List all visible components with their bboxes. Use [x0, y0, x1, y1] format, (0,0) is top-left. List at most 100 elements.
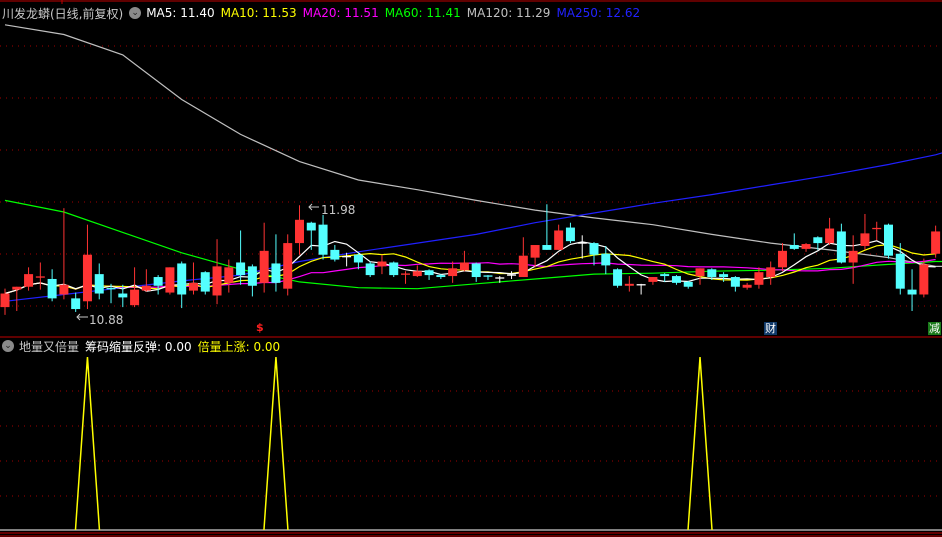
- candle[interactable]: [518, 237, 528, 278]
- candle[interactable]: [448, 261, 458, 283]
- candle-body: [671, 276, 681, 283]
- candle[interactable]: [507, 271, 517, 279]
- dollar-marker[interactable]: $: [255, 321, 265, 334]
- candle[interactable]: [919, 258, 929, 298]
- candle-body: [141, 285, 151, 291]
- candle[interactable]: [836, 223, 846, 264]
- kline-chart[interactable]: 11.98 10.88: [0, 0, 942, 537]
- candle-body: [200, 272, 210, 292]
- candle-body: [436, 275, 446, 278]
- candle[interactable]: [766, 261, 776, 285]
- candle[interactable]: [825, 217, 835, 246]
- candle-body: [188, 282, 198, 291]
- candle[interactable]: [471, 262, 481, 282]
- candle[interactable]: [35, 262, 45, 290]
- candle-body: [82, 254, 92, 302]
- candle[interactable]: [931, 225, 941, 258]
- candle-body: [306, 222, 316, 231]
- candle[interactable]: [648, 277, 658, 285]
- candle[interactable]: [907, 269, 917, 311]
- candle[interactable]: [283, 234, 293, 296]
- candle[interactable]: [165, 267, 175, 295]
- candle[interactable]: [12, 286, 22, 311]
- candle[interactable]: [295, 205, 304, 255]
- candle-body: [389, 262, 399, 276]
- chevron-down-circle-icon[interactable]: ⌄: [2, 340, 14, 352]
- candle-body: [424, 270, 434, 276]
- candle[interactable]: [247, 264, 257, 297]
- candle[interactable]: [401, 271, 411, 284]
- sub-chart-title: 地量又倍量: [19, 339, 80, 354]
- candle[interactable]: [24, 267, 34, 291]
- candle[interactable]: [884, 223, 893, 259]
- candle[interactable]: [624, 276, 634, 292]
- candle[interactable]: [671, 275, 681, 285]
- candle[interactable]: [330, 245, 340, 262]
- candle[interactable]: [577, 235, 587, 259]
- candles: [0, 204, 941, 315]
- candle[interactable]: [212, 239, 222, 305]
- ma60-legend: MA60: 11.41: [384, 6, 461, 20]
- candle[interactable]: [872, 221, 882, 241]
- candle[interactable]: [730, 276, 740, 292]
- candle[interactable]: [848, 235, 858, 284]
- candle[interactable]: [860, 213, 870, 250]
- candle-body: [613, 269, 623, 286]
- reduce-marker[interactable]: 减: [928, 322, 941, 335]
- candle[interactable]: [153, 275, 163, 295]
- candle[interactable]: [424, 269, 434, 280]
- candle[interactable]: [71, 292, 81, 312]
- candle[interactable]: [742, 282, 752, 290]
- candle[interactable]: [589, 242, 599, 266]
- candle[interactable]: [530, 245, 540, 268]
- candle[interactable]: [483, 275, 493, 280]
- double-volume-spike: [687, 356, 713, 531]
- candle[interactable]: [82, 224, 92, 310]
- candle[interactable]: [895, 243, 905, 295]
- candle[interactable]: [259, 222, 269, 293]
- candle-body: [683, 281, 693, 287]
- candle[interactable]: [636, 283, 646, 295]
- high-price-label: 11.98: [321, 203, 355, 217]
- candle[interactable]: [389, 261, 399, 278]
- candle[interactable]: [683, 280, 693, 289]
- candle[interactable]: [459, 250, 469, 272]
- candle[interactable]: [613, 268, 623, 288]
- candle[interactable]: [47, 269, 57, 302]
- candle[interactable]: [789, 233, 799, 250]
- sub-indicator-plot: [0, 356, 942, 531]
- candle-body: [224, 267, 234, 283]
- candle[interactable]: [412, 265, 422, 278]
- candle-body: [271, 263, 281, 283]
- candle-body: [884, 224, 893, 256]
- candle-body: [94, 274, 104, 294]
- candle-body: [742, 284, 752, 288]
- candle[interactable]: [365, 261, 375, 278]
- candle-body: [47, 278, 57, 299]
- candle[interactable]: [318, 214, 328, 260]
- candle[interactable]: [141, 269, 151, 292]
- annotations: 11.98 10.88: [76, 203, 355, 327]
- candle-body: [118, 293, 128, 298]
- candle[interactable]: [188, 262, 198, 295]
- chevron-down-circle-icon[interactable]: ⌄: [129, 7, 142, 19]
- double-volume-rise-legend: 倍量上涨: 0.00: [197, 339, 281, 354]
- candle-body: [295, 219, 304, 244]
- candle[interactable]: [177, 261, 187, 309]
- candle-body: [660, 274, 670, 277]
- candle-body: [365, 263, 375, 276]
- candle-body: [707, 269, 717, 278]
- candle[interactable]: [565, 222, 575, 244]
- candle[interactable]: [777, 243, 787, 272]
- candle[interactable]: [377, 254, 387, 275]
- finance-marker[interactable]: 财: [764, 322, 777, 335]
- double-volume-spike: [263, 356, 289, 531]
- candle[interactable]: [353, 252, 363, 270]
- candle[interactable]: [94, 263, 104, 300]
- candle[interactable]: [801, 243, 811, 252]
- candle-body: [459, 262, 469, 271]
- candle-body: [601, 253, 611, 266]
- candle[interactable]: [200, 271, 210, 295]
- candle[interactable]: [554, 224, 564, 250]
- candle[interactable]: [436, 274, 446, 279]
